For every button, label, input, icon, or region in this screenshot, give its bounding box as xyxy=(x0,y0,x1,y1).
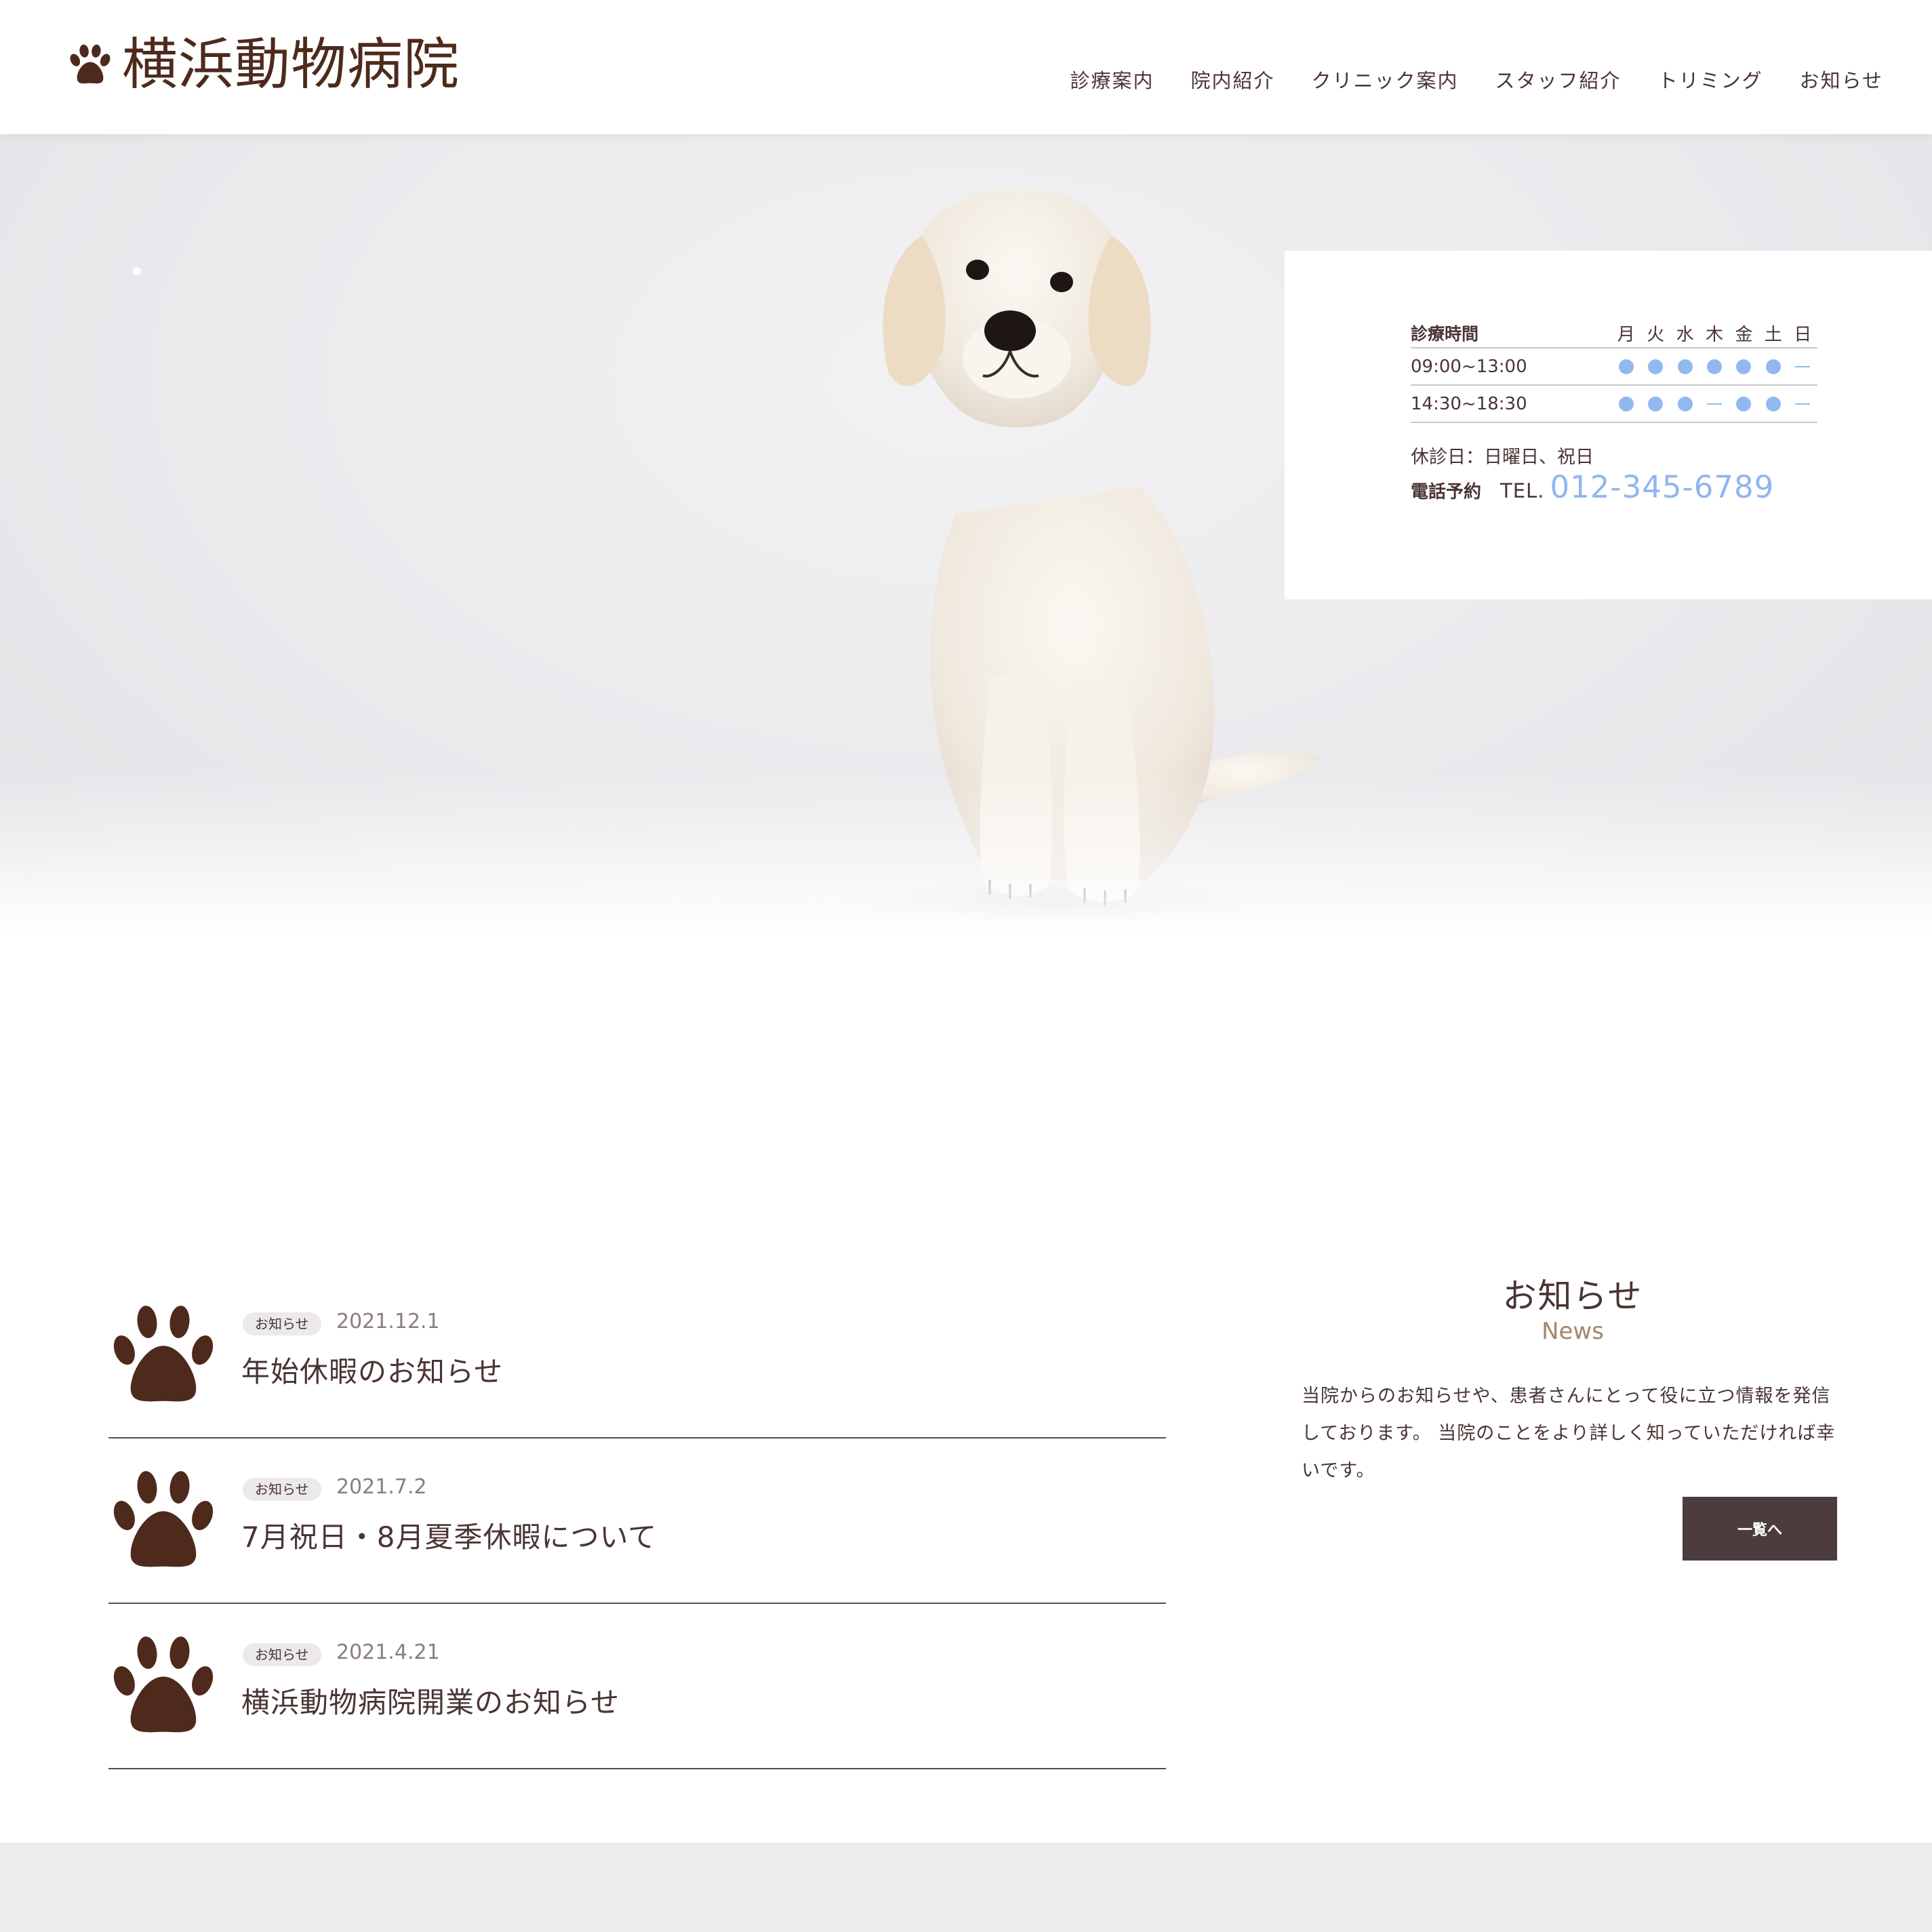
site-header: 横浜動物病院 診療案内 院内紹介 クリニック案内 スタッフ紹介 トリミング お知… xyxy=(0,0,1932,134)
day-thu: 木 xyxy=(1706,324,1724,345)
tel-prefix: TEL. xyxy=(1500,479,1545,502)
news-list: お知らせ 2021.12.1 年始休暇のお知らせ お知らせ 2021.7.2 7… xyxy=(108,1274,1166,1771)
hours-row-afternoon: 14:30~18:30 xyxy=(1411,386,1817,423)
hero-fade-overlay xyxy=(0,771,1932,948)
day-tue: 火 xyxy=(1647,324,1665,345)
hours-header-label: 診療時間 xyxy=(1411,324,1479,344)
status-cell-fri xyxy=(1729,359,1758,374)
open-circle-icon xyxy=(1736,359,1752,374)
news-item[interactable]: お知らせ 2021.7.2 7月祝日・8月夏季休暇について xyxy=(108,1440,1166,1604)
status-cell-sat xyxy=(1758,396,1788,411)
status-cell-mon xyxy=(1611,396,1641,411)
nav-item-news[interactable]: お知らせ xyxy=(1800,65,1883,94)
phone-reservation: 電話予約 TEL. 012-345-6789 xyxy=(1411,469,1774,505)
news-category-badge: お知らせ xyxy=(243,1312,321,1335)
paw-icon xyxy=(113,1306,214,1402)
status-cell-tue xyxy=(1641,359,1670,374)
news-category-badge: お知らせ xyxy=(243,1643,321,1666)
hours-row-morning: 09:00~13:00 xyxy=(1411,348,1817,386)
slider-indicator-dot[interactable] xyxy=(133,267,141,275)
open-circle-icon xyxy=(1736,396,1752,411)
status-cell-wed xyxy=(1670,396,1699,411)
news-date: 2021.12.1 xyxy=(336,1310,440,1333)
status-cell-thu xyxy=(1699,359,1729,374)
hours-table: 診療時間 月 火 水 木 金 土 日 09:00~13:00 14:30~18:… xyxy=(1411,319,1817,423)
open-circle-icon xyxy=(1618,359,1634,374)
news-item[interactable]: お知らせ 2021.12.1 年始休暇のお知らせ xyxy=(108,1274,1166,1438)
open-circle-icon xyxy=(1707,359,1723,374)
news-section-heading: お知らせ xyxy=(1502,1276,1643,1316)
status-cell-fri xyxy=(1729,396,1758,411)
news-title-link[interactable]: 年始休暇のお知らせ xyxy=(241,1349,503,1390)
status-cell-tue xyxy=(1641,396,1670,411)
hours-time-afternoon: 14:30~18:30 xyxy=(1411,393,1527,414)
closed-dash-icon xyxy=(1795,403,1811,405)
open-circle-icon xyxy=(1765,396,1781,411)
day-fri: 金 xyxy=(1735,324,1753,345)
news-category-badge: お知らせ xyxy=(243,1478,321,1501)
open-circle-icon xyxy=(1618,396,1634,411)
nav-item-trimming[interactable]: トリミング xyxy=(1658,65,1763,94)
view-all-news-button[interactable]: 一覧へ xyxy=(1683,1497,1837,1561)
nav-item-services[interactable]: 診療案内 xyxy=(1070,65,1154,94)
nav-item-clinic[interactable]: クリニック案内 xyxy=(1312,65,1459,94)
closed-dash-icon xyxy=(1795,365,1811,367)
closed-dash-icon xyxy=(1707,403,1723,405)
news-section-description: 当院からのお知らせや、患者さんにとって役に立つ情報を発信しております。 当院のこ… xyxy=(1302,1386,1836,1481)
open-circle-icon xyxy=(1677,359,1693,374)
status-cell-sat xyxy=(1758,359,1788,374)
main-nav: 診療案内 院内紹介 クリニック案内 スタッフ紹介 トリミング お知らせ xyxy=(1070,65,1884,94)
hours-table-header: 診療時間 月 火 水 木 金 土 日 xyxy=(1411,319,1817,348)
site-logo-text: 横浜動物病院 xyxy=(122,33,460,97)
open-circle-icon xyxy=(1765,359,1781,374)
news-date: 2021.4.21 xyxy=(336,1641,440,1664)
open-circle-icon xyxy=(1648,396,1664,411)
phone-reservation-label: 電話予約 xyxy=(1411,482,1482,502)
status-cell-thu xyxy=(1699,403,1729,405)
nav-item-facility[interactable]: 院内紹介 xyxy=(1191,65,1275,94)
day-mon: 月 xyxy=(1617,324,1635,345)
holiday-note: 休診日：日曜日、祝日 xyxy=(1411,447,1594,468)
news-item[interactable]: お知らせ 2021.4.21 横浜動物病院開業のお知らせ xyxy=(108,1605,1166,1769)
status-cell-wed xyxy=(1670,359,1699,374)
paw-logo-icon xyxy=(70,44,110,84)
news-title-link[interactable]: 7月祝日・8月夏季休暇について xyxy=(241,1514,657,1556)
nav-item-staff[interactable]: スタッフ紹介 xyxy=(1495,65,1622,94)
hours-time-morning: 09:00~13:00 xyxy=(1411,356,1527,377)
day-sat: 土 xyxy=(1764,324,1782,345)
tel-number-link[interactable]: 012-345-6789 xyxy=(1550,469,1774,505)
paw-icon xyxy=(113,1636,214,1733)
consultation-hours-card: 診療時間 月 火 水 木 金 土 日 09:00~13:00 14:30~18:… xyxy=(1285,251,1932,599)
status-cell-sun xyxy=(1788,403,1817,405)
status-cell-sun xyxy=(1788,365,1817,367)
paw-icon xyxy=(113,1471,214,1567)
day-wed: 水 xyxy=(1676,324,1694,345)
status-cell-mon xyxy=(1611,359,1641,374)
footer-band xyxy=(0,1843,1932,1932)
news-date: 2021.7.2 xyxy=(336,1475,427,1499)
day-sun: 日 xyxy=(1794,324,1812,345)
news-section-subheading: News xyxy=(1542,1318,1604,1345)
news-title-link[interactable]: 横浜動物病院開業のお知らせ xyxy=(241,1680,620,1721)
open-circle-icon xyxy=(1677,396,1693,411)
site-logo[interactable]: 横浜動物病院 xyxy=(65,31,460,99)
open-circle-icon xyxy=(1648,359,1664,374)
